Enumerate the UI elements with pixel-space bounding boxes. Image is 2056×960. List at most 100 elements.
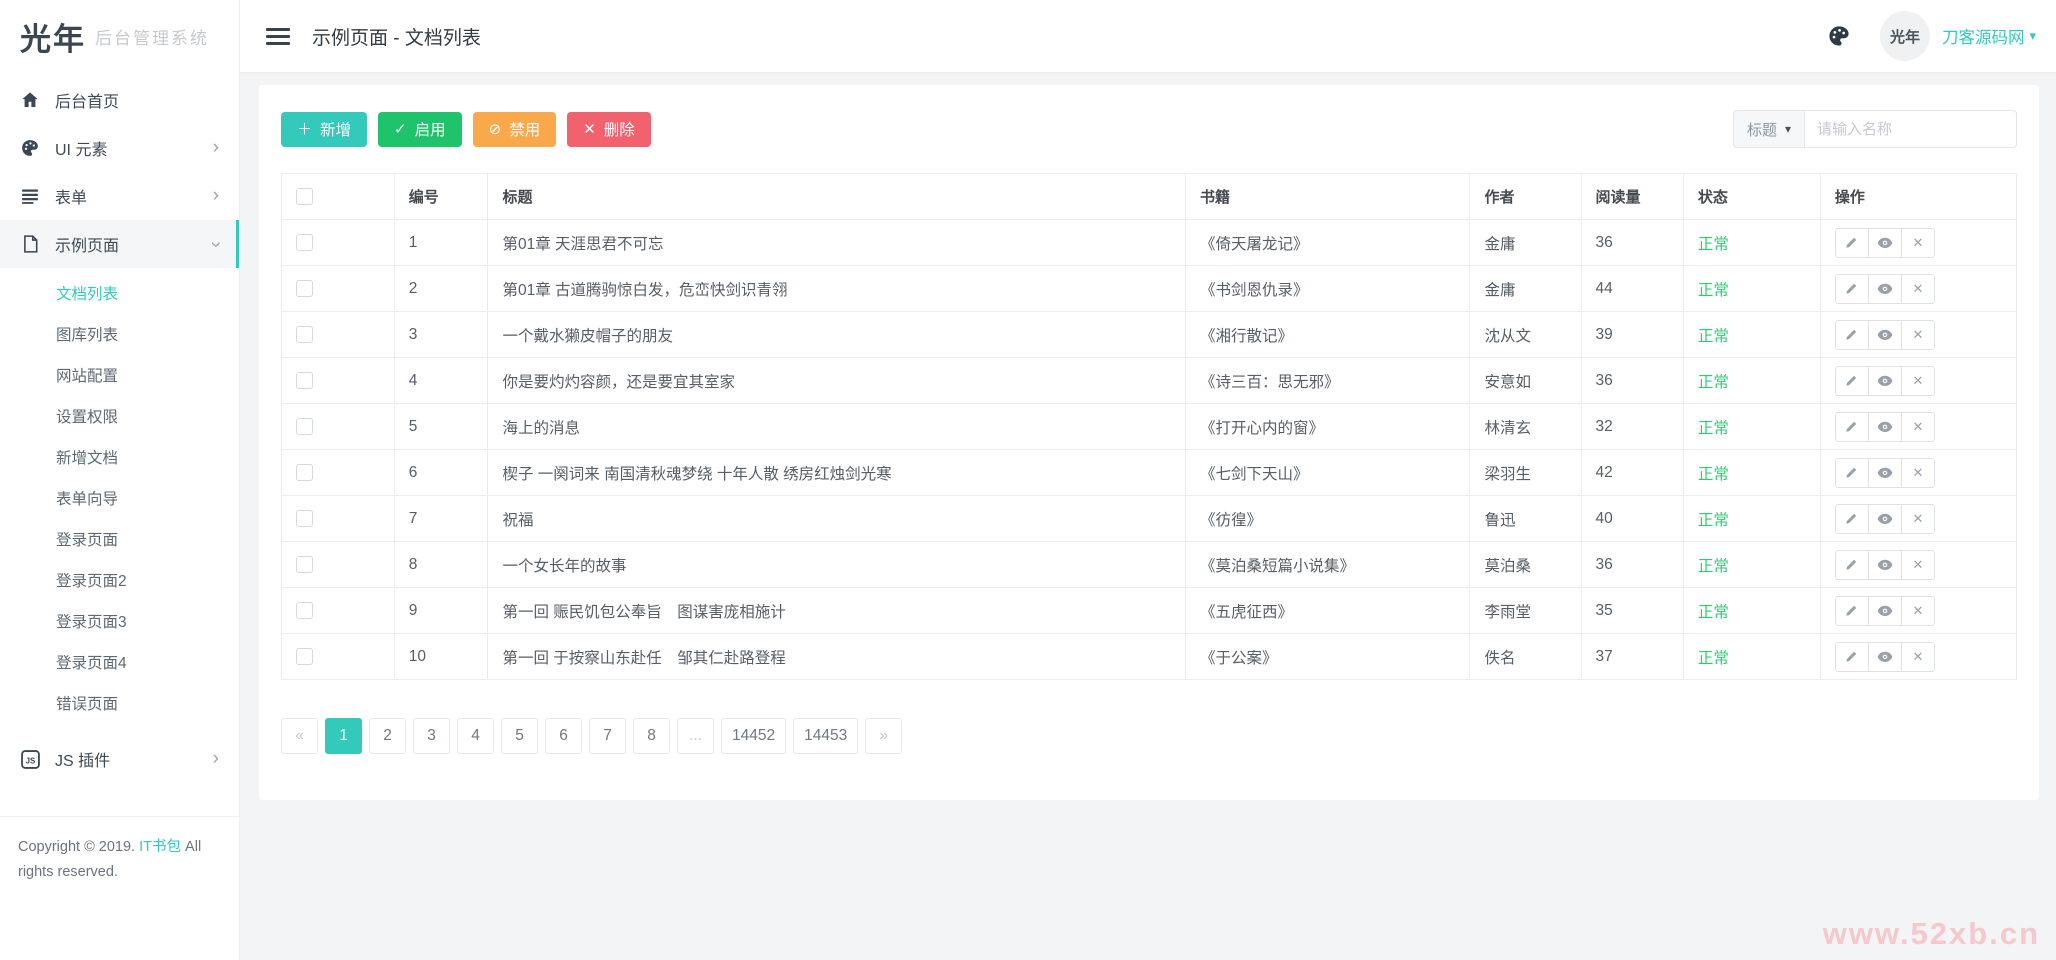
row-checkbox[interactable] xyxy=(296,418,313,435)
row-checkbox[interactable] xyxy=(296,326,313,343)
pagination-page-14453[interactable]: 14453 xyxy=(793,718,858,754)
row-checkbox[interactable] xyxy=(296,280,313,297)
view-button[interactable] xyxy=(1868,366,1902,396)
header-right: 光年 刀客源码网 ▾ xyxy=(1828,11,2036,61)
sidebar-subitem-doc-list[interactable]: 文档列表 xyxy=(0,274,239,315)
sidebar-item-dashboard[interactable]: 后台首页 xyxy=(0,76,239,124)
palette-icon[interactable] xyxy=(1828,25,1850,47)
sidebar-subitem-form-wizard[interactable]: 表单向导 xyxy=(0,479,239,520)
sidebar-subitem-login3[interactable]: 登录页面3 xyxy=(0,602,239,643)
edit-button[interactable] xyxy=(1835,412,1869,442)
sidebar-subitem-new-doc[interactable]: 新增文档 xyxy=(0,438,239,479)
user-menu[interactable]: 刀客源码网 ▾ xyxy=(1942,24,2036,48)
cell-author: 金庸 xyxy=(1470,266,1581,312)
pagination-page-4[interactable]: 4 xyxy=(457,718,494,754)
edit-button[interactable] xyxy=(1835,458,1869,488)
pagination-ellipsis[interactable]: ... xyxy=(677,718,714,754)
pagination-page-6[interactable]: 6 xyxy=(545,718,582,754)
view-button[interactable] xyxy=(1868,458,1902,488)
button-label: 禁用 xyxy=(509,118,540,140)
sidebar-subitem-site-config[interactable]: 网站配置 xyxy=(0,356,239,397)
cell-author: 沈从文 xyxy=(1470,312,1581,358)
view-button[interactable] xyxy=(1868,550,1902,580)
row-checkbox[interactable] xyxy=(296,556,313,573)
sidebar-subitem-login2[interactable]: 登录页面2 xyxy=(0,561,239,602)
row-checkbox[interactable] xyxy=(296,464,313,481)
pagination-page-5[interactable]: 5 xyxy=(501,718,538,754)
delete-row-button[interactable]: ✕ xyxy=(1901,458,1935,488)
pagination-page-7[interactable]: 7 xyxy=(589,718,626,754)
delete-row-button[interactable]: ✕ xyxy=(1901,412,1935,442)
pencil-icon xyxy=(1845,374,1858,387)
select-all-checkbox[interactable] xyxy=(296,188,313,205)
delete-row-button[interactable]: ✕ xyxy=(1901,320,1935,350)
pencil-icon xyxy=(1845,328,1858,341)
cell-author: 鲁迅 xyxy=(1470,496,1581,542)
sidebar-subitem-login4[interactable]: 登录页面4 xyxy=(0,643,239,684)
edit-button[interactable] xyxy=(1835,320,1869,350)
sidebar-subitem-permissions[interactable]: 设置权限 xyxy=(0,397,239,438)
delete-row-button[interactable]: ✕ xyxy=(1901,366,1935,396)
documents-table: 编号标题书籍作者阅读量状态操作 1 第01章 天涯思君不可忘 《倚天屠龙记》 金… xyxy=(281,173,2017,680)
cell-id: 4 xyxy=(394,358,488,404)
delete-row-button[interactable]: ✕ xyxy=(1901,550,1935,580)
table-row: 7 祝福 《彷徨》 鲁迅 40 正常 ✕ xyxy=(282,496,2017,542)
pagination-page-1[interactable]: 1 xyxy=(325,718,362,754)
table-row: 8 一个女长年的故事 《莫泊桑短篇小说集》 莫泊桑 36 正常 ✕ xyxy=(282,542,2017,588)
edit-button[interactable] xyxy=(1835,274,1869,304)
edit-button[interactable] xyxy=(1835,596,1869,626)
sidebar-item-js-plugins[interactable]: JSJS 插件› xyxy=(0,735,239,783)
pagination-prev[interactable]: « xyxy=(281,718,318,754)
view-button[interactable] xyxy=(1868,274,1902,304)
cell-author: 莫泊桑 xyxy=(1470,542,1581,588)
pagination-page-14452[interactable]: 14452 xyxy=(721,718,786,754)
delete-row-button[interactable]: ✕ xyxy=(1901,504,1935,534)
row-checkbox[interactable] xyxy=(296,648,313,665)
pagination-page-8[interactable]: 8 xyxy=(633,718,670,754)
enable-button[interactable]: ✓启用 xyxy=(378,112,462,147)
button-label: 新增 xyxy=(320,118,351,140)
edit-button[interactable] xyxy=(1835,504,1869,534)
pencil-icon xyxy=(1845,650,1858,663)
pagination-page-2[interactable]: 2 xyxy=(369,718,406,754)
delete-row-button[interactable]: ✕ xyxy=(1901,596,1935,626)
view-button[interactable] xyxy=(1868,642,1902,672)
menu-toggle-icon[interactable] xyxy=(266,28,290,45)
add-button[interactable]: ＋新增 xyxy=(281,112,367,147)
row-checkbox[interactable] xyxy=(296,372,313,389)
pagination-next[interactable]: » xyxy=(865,718,902,754)
view-button[interactable] xyxy=(1868,228,1902,258)
search-input[interactable] xyxy=(1805,110,2017,148)
view-button[interactable] xyxy=(1868,504,1902,534)
delete-row-button[interactable]: ✕ xyxy=(1901,642,1935,672)
view-button[interactable] xyxy=(1868,412,1902,442)
view-button[interactable] xyxy=(1868,320,1902,350)
copyright-link[interactable]: IT书包 xyxy=(139,839,181,855)
edit-button[interactable] xyxy=(1835,228,1869,258)
row-checkbox[interactable] xyxy=(296,602,313,619)
edit-button[interactable] xyxy=(1835,550,1869,580)
sidebar-item-example-pages[interactable]: 示例页面› xyxy=(0,220,239,268)
delete-row-button[interactable]: ✕ xyxy=(1901,274,1935,304)
sidebar-subitem-login[interactable]: 登录页面 xyxy=(0,520,239,561)
disable-button[interactable]: ⊘禁用 xyxy=(473,112,557,147)
view-button[interactable] xyxy=(1868,596,1902,626)
delete-button[interactable]: ✕删除 xyxy=(567,112,651,147)
pagination-page-3[interactable]: 3 xyxy=(413,718,450,754)
row-checkbox[interactable] xyxy=(296,234,313,251)
delete-row-button[interactable]: ✕ xyxy=(1901,228,1935,258)
row-checkbox[interactable] xyxy=(296,510,313,527)
edit-button[interactable] xyxy=(1835,642,1869,672)
edit-button[interactable] xyxy=(1835,366,1869,396)
column-header: 书籍 xyxy=(1185,174,1470,220)
cell-book: 《倚天屠龙记》 xyxy=(1185,220,1470,266)
avatar[interactable]: 光年 xyxy=(1880,11,1930,61)
sidebar-subitem-gallery-list[interactable]: 图库列表 xyxy=(0,315,239,356)
sidebar-subitem-error-page[interactable]: 错误页面 xyxy=(0,684,239,725)
sidebar-item-ui-elements[interactable]: UI 元素› xyxy=(0,124,239,172)
filter-dropdown[interactable]: 标题 ▾ xyxy=(1733,110,1805,148)
cell-author: 李雨堂 xyxy=(1470,588,1581,634)
cell-id: 10 xyxy=(394,634,488,680)
sidebar-item-forms[interactable]: 表单› xyxy=(0,172,239,220)
cell-id: 3 xyxy=(394,312,488,358)
